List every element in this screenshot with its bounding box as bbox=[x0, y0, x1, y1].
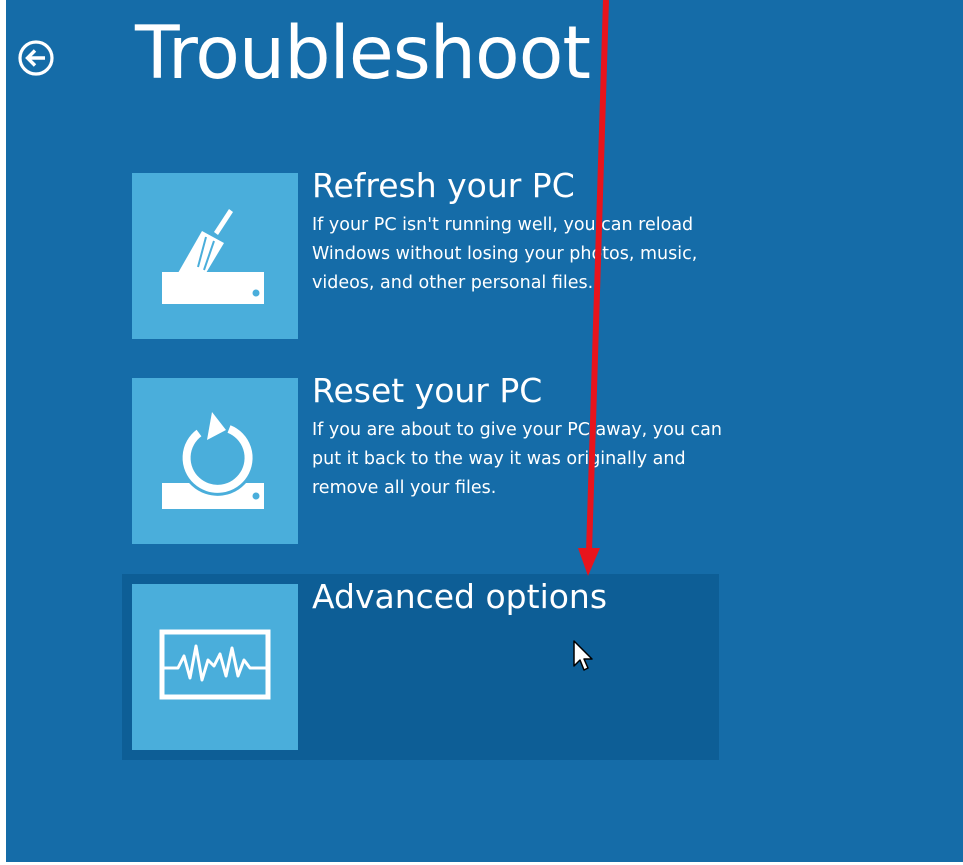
option-description: If your PC isn't running well, you can r… bbox=[312, 215, 698, 293]
broom-drive-icon bbox=[162, 209, 264, 304]
mouse-pointer-icon bbox=[573, 640, 593, 671]
advanced-options-tile bbox=[132, 584, 298, 750]
option-title: Advanced options bbox=[312, 577, 608, 616]
option-title: Refresh your PC bbox=[312, 166, 575, 205]
reset-pc-option[interactable]: Reset your PC If you are about to give y… bbox=[122, 368, 722, 554]
back-button[interactable] bbox=[16, 38, 56, 78]
refresh-pc-option[interactable]: Refresh your PC If your PC isn't running… bbox=[122, 163, 719, 349]
refresh-pc-tile bbox=[132, 173, 298, 339]
page-title: Troubleshoot bbox=[135, 11, 591, 96]
option-title: Reset your PC bbox=[312, 371, 543, 410]
option-description: If you are about to give your PC away, y… bbox=[312, 420, 722, 498]
troubleshoot-screen: Troubleshoot Refresh your PC If your PC … bbox=[6, 0, 963, 862]
advanced-options-option[interactable]: Advanced options bbox=[122, 574, 719, 760]
reset-pc-tile bbox=[132, 378, 298, 544]
heartbeat-monitor-icon bbox=[159, 629, 271, 700]
reset-arrow-drive-icon bbox=[162, 412, 264, 509]
back-arrow-circle-icon bbox=[18, 40, 54, 76]
